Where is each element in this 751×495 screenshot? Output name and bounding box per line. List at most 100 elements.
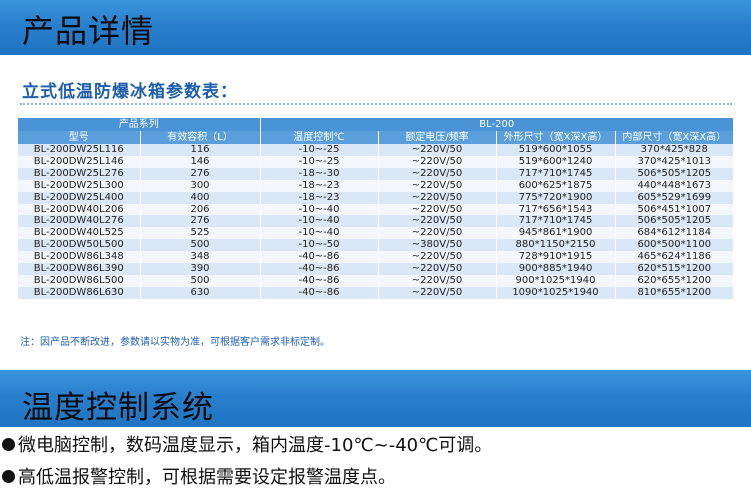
table-cell: 620*515*1200 [614, 263, 734, 275]
table-cell: 370*425*828 [614, 144, 734, 156]
table-cell: -10~-40 [259, 203, 378, 216]
feature-text: 微电脑控制，数码温度显示，箱内温度-10℃~-40℃可调。 [18, 435, 493, 456]
column-header: 内部尺寸（宽X深X高） [614, 131, 734, 144]
table-cell: BL-200DW40L525 [18, 227, 140, 240]
table-cell: -10~-40 [259, 227, 378, 240]
footnote: 注：因产品不断改进，参数请以实物为准，可根据客户需求非标定制。 [20, 337, 330, 348]
dotted-divider [20, 103, 732, 105]
table-body: BL-200DW25L116 116 -10~-25 ~220V/50 519*600*… [18, 144, 734, 299]
product-details-title: 产品详情 [22, 12, 155, 50]
table-cell: 1090*1025*1940 [495, 286, 615, 299]
table-cell: -18~-23 [259, 179, 378, 192]
table-series-row: 产品系列 BL-200 [18, 118, 734, 131]
table-row: BL-200DW25L276 276 -18~-30 ~220V/50 717*710*… [18, 167, 734, 180]
table-cell: 775*720*1900 [495, 191, 615, 204]
table-cell: 465*624*1186 [614, 251, 734, 264]
table-cell: 500 [139, 274, 260, 287]
table-cell: 506*505*1205 [614, 167, 734, 180]
table-cell: 116 [139, 144, 260, 156]
table-cell: BL-200DW25L116 [18, 144, 140, 156]
table-cell: -10~-50 [259, 239, 378, 252]
table-cell: ~380V/50 [377, 239, 496, 252]
column-header: 额定电压/频率 [377, 131, 496, 144]
table-cell: 390 [139, 263, 260, 275]
table-cell: ~220V/50 [377, 227, 496, 240]
table-subtitle: 立式低温防爆冰箱参数表： [22, 82, 238, 102]
table-cell: -40~-86 [259, 274, 378, 287]
table-cell: ~220V/50 [377, 167, 496, 180]
table-cell: ~220V/50 [377, 179, 496, 192]
table-cell: ~220V/50 [377, 286, 496, 299]
table-cell: -40~-86 [259, 263, 378, 275]
temperature-control-banner: 温度控制系统 [0, 370, 751, 427]
column-header: 外形尺寸（宽X深X高） [495, 131, 615, 144]
table-cell: ~220V/50 [377, 274, 496, 287]
table-cell: 684*612*1184 [614, 227, 734, 240]
table-cell: 506*505*1205 [614, 215, 734, 228]
table-row: BL-200DW86L630 630 -40~-86 ~220V/50 1090*102… [18, 286, 734, 299]
table-cell: 605*529*1699 [614, 191, 734, 204]
table-cell: BL-200DW25L300 [18, 179, 140, 192]
table-cell: -18~-30 [259, 167, 378, 180]
spec-table: 产品系列 BL-200 型号 有效容积（L） 温度控制℃ 额定电压/频率 外形尺寸（宽X… [18, 118, 734, 299]
table-cell: 945*861*1900 [495, 227, 615, 240]
column-header: 温度控制℃ [259, 131, 378, 144]
table-cell: BL-200DW50L500 [18, 239, 140, 252]
column-header: 型号 [18, 131, 140, 144]
table-row: BL-200DW40L206 206 -10~-40 ~220V/50 717*656*… [18, 203, 734, 216]
table-cell: 630 [139, 286, 260, 299]
table-cell: 506*451*1007 [614, 203, 734, 216]
table-cell: ~220V/50 [377, 191, 496, 204]
table-cell: ~220V/50 [377, 203, 496, 216]
table-cell: BL-200DW40L276 [18, 215, 140, 228]
series-value: BL-200 [259, 118, 734, 131]
table-cell: 600*625*1875 [495, 179, 615, 192]
table-cell: 717*710*1745 [495, 215, 615, 228]
table-cell: 728*910*1915 [495, 251, 615, 264]
table-row: BL-200DW86L390 390 -40~-86 ~220V/50 900*885*… [18, 263, 734, 275]
feature-item: 高低温报警控制，可根据需要设定报警温度点。 [0, 462, 751, 494]
table-cell: 348 [139, 251, 260, 264]
table-cell: 880*1150*2150 [495, 239, 615, 252]
feature-text: 高低温报警控制，可根据需要设定报警温度点。 [18, 467, 396, 488]
table-cell: BL-200DW25L276 [18, 167, 140, 180]
table-cell: ~220V/50 [377, 155, 496, 168]
table-row: BL-200DW86L348 348 -40~-86 ~220V/50 728*910*… [18, 251, 734, 264]
table-header-row: 型号 有效容积（L） 温度控制℃ 额定电压/频率 外形尺寸（宽X深X高） 内部尺寸（宽X深… [18, 131, 734, 144]
table-cell: BL-200DW25L400 [18, 191, 140, 204]
table-cell: ~220V/50 [377, 263, 496, 275]
table-cell: 519*600*1240 [495, 155, 615, 168]
column-header: 有效容积（L） [139, 131, 260, 144]
table-cell: BL-200DW86L348 [18, 251, 140, 264]
table-cell: -10~-25 [259, 155, 378, 168]
table-row: BL-200DW25L146 146 -10~-25 ~220V/50 519*600*… [18, 155, 734, 168]
table-cell: 717*710*1745 [495, 167, 615, 180]
table-cell: 810*655*1200 [614, 286, 734, 299]
table-cell: ~220V/50 [377, 251, 496, 264]
table-row: BL-200DW86L500 500 -40~-86 ~220V/50 900*1025… [18, 274, 734, 287]
table-row: BL-200DW40L525 525 -10~-40 ~220V/50 945*861*… [18, 227, 734, 240]
table-cell: BL-200DW40L206 [18, 203, 140, 216]
table-row: BL-200DW40L276 276 -10~-40 ~220V/50 717*710*… [18, 215, 734, 228]
feature-list: 微电脑控制，数码温度显示，箱内温度-10℃~-40℃可调。 高低温报警控制，可根据… [0, 430, 751, 494]
feature-item: 微电脑控制，数码温度显示，箱内温度-10℃~-40℃可调。 [0, 430, 751, 462]
table-cell: 525 [139, 227, 260, 240]
temperature-control-title: 温度控制系统 [22, 390, 214, 426]
table-cell: 500 [139, 239, 260, 252]
table-cell: -40~-86 [259, 251, 378, 264]
table-cell: -18~-23 [259, 191, 378, 204]
table-cell: 370*425*1013 [614, 155, 734, 168]
table-cell: 519*600*1055 [495, 144, 615, 156]
bullet-icon [2, 470, 15, 483]
table-cell: 146 [139, 155, 260, 168]
series-label: 产品系列 [18, 118, 260, 131]
table-cell: 717*656*1543 [495, 203, 615, 216]
table-cell: ~220V/50 [377, 144, 496, 156]
table-cell: 300 [139, 179, 260, 192]
table-cell: 620*655*1200 [614, 274, 734, 287]
table-cell: 600*500*1100 [614, 239, 734, 252]
table-cell: 400 [139, 191, 260, 204]
table-cell: BL-200DW86L390 [18, 263, 140, 275]
table-cell: -10~-25 [259, 144, 378, 156]
table-cell: -40~-86 [259, 286, 378, 299]
